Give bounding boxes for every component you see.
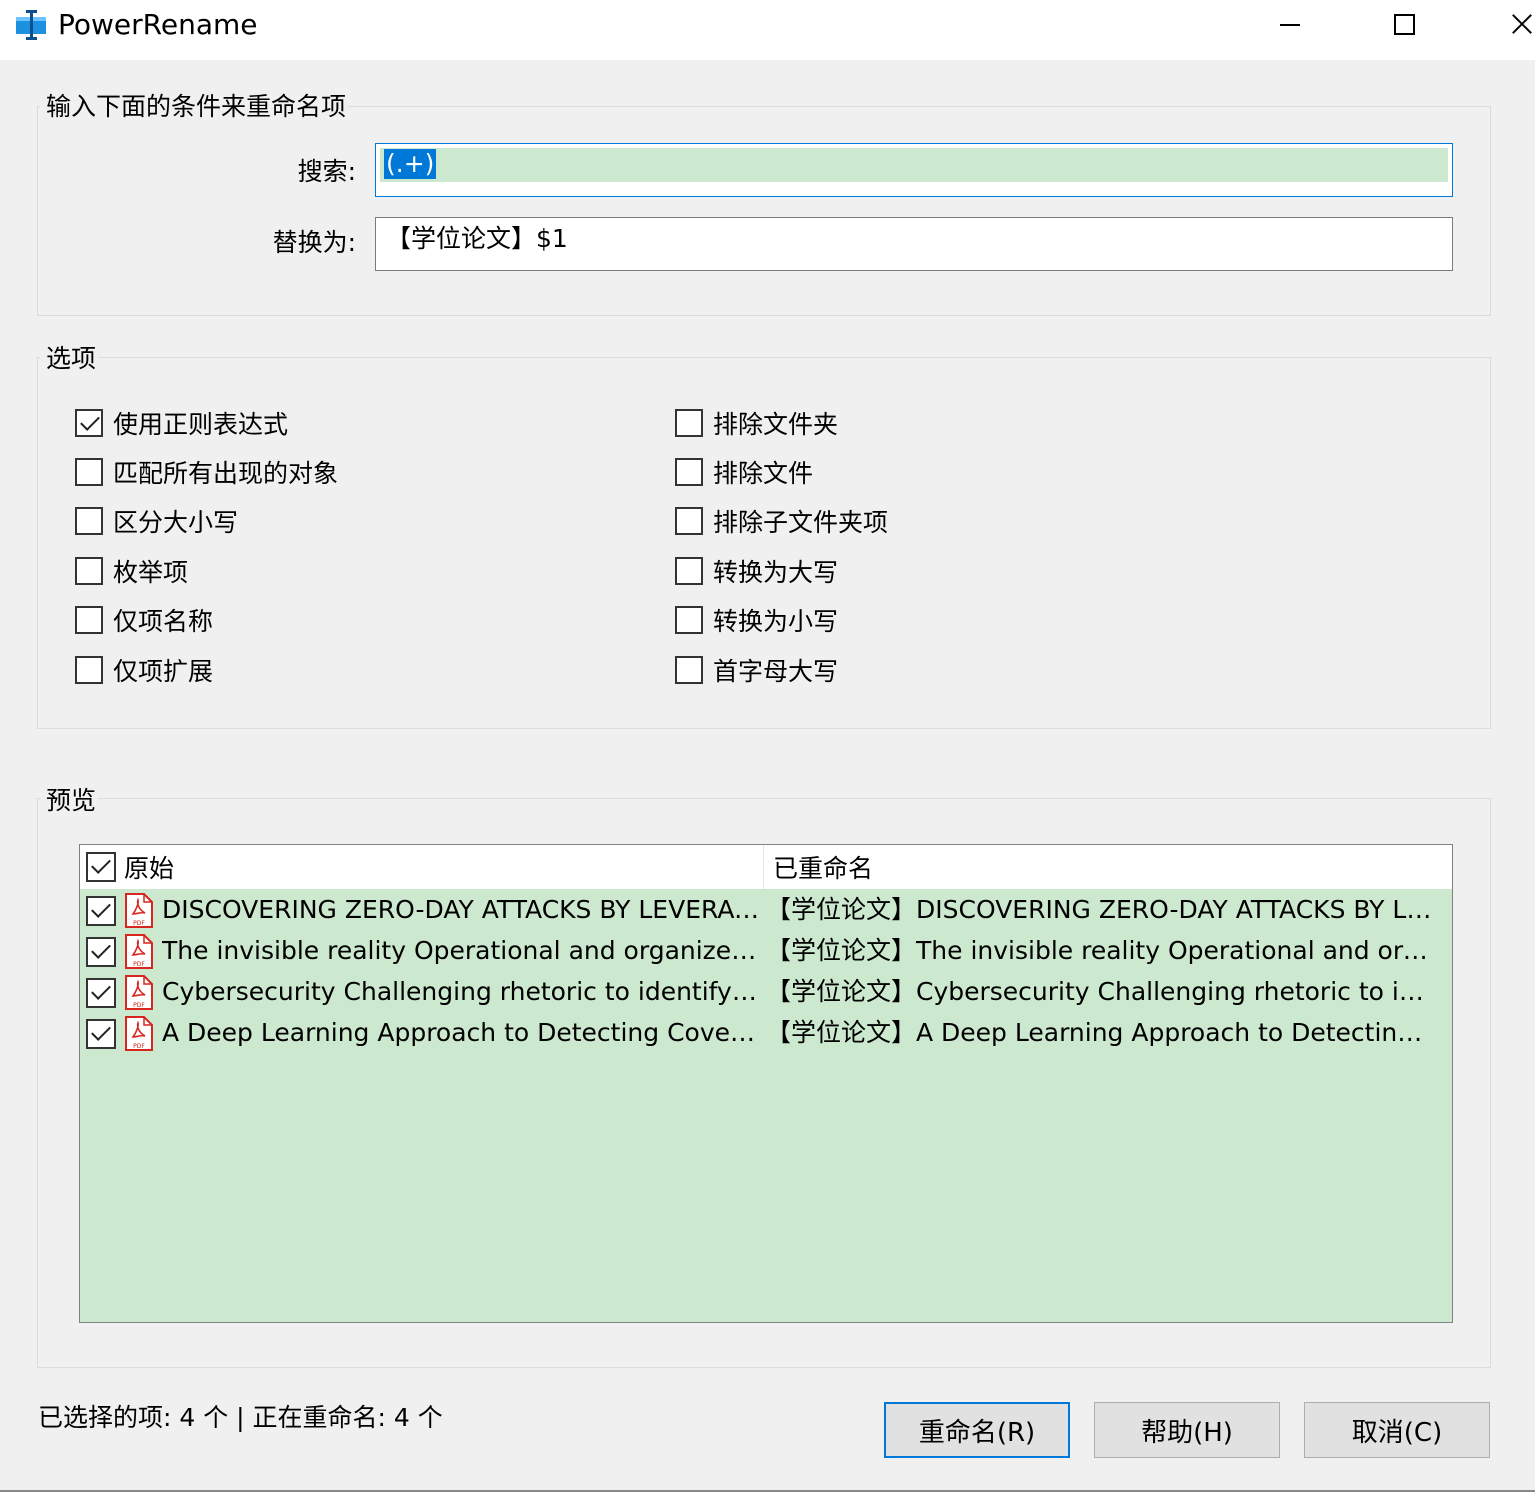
replace-input[interactable]: 【学位论文】$1 (375, 217, 1453, 271)
criteria-group (37, 106, 1491, 316)
row-checkbox[interactable] (86, 978, 116, 1008)
preview-row[interactable]: PDF Cybersecurity Challenging rhetoric t… (80, 972, 1452, 1013)
option-checkbox[interactable] (675, 557, 703, 585)
status-text: 已选择的项: 4 个 | 正在重命名: 4 个 (38, 1403, 443, 1432)
search-label: 搜索: (297, 157, 356, 186)
pdf-file-icon: PDF (125, 893, 153, 928)
row-original-name: DISCOVERING ZERO-DAY ATTACKS BY LEVERAGI… (162, 895, 762, 924)
option-checkbox[interactable] (675, 458, 703, 486)
option-name-only[interactable]: 仅项名称 (75, 603, 213, 637)
preview-row[interactable]: PDF The invisible reality Operational an… (80, 931, 1452, 972)
option-checkbox[interactable] (75, 606, 103, 634)
option-label: 排除文件夹 (713, 410, 839, 439)
option-match-all[interactable]: 匹配所有出现的对象 (75, 455, 338, 489)
svg-text:PDF: PDF (133, 961, 145, 968)
option-label: 转换为大写 (713, 558, 839, 587)
header-renamed[interactable]: 已重命名 (773, 851, 873, 883)
row-checkbox[interactable] (86, 896, 116, 926)
option-uppercase[interactable]: 转换为大写 (675, 554, 838, 588)
option-exclude-files[interactable]: 排除文件 (675, 455, 813, 489)
title-bar: PowerRename (0, 0, 1535, 60)
option-label: 转换为小写 (713, 607, 839, 636)
option-checkbox[interactable] (675, 409, 703, 437)
option-label: 匹配所有出现的对象 (113, 459, 339, 488)
row-original-name: The invisible reality Operational and or… (162, 936, 762, 965)
rename-button[interactable]: 重命名(R) (884, 1402, 1070, 1458)
option-label: 区分大小写 (113, 508, 239, 537)
header-renamed-label: 已重命名 (773, 854, 874, 883)
option-enumerate[interactable]: 枚举项 (75, 554, 188, 588)
option-label: 首字母大写 (713, 657, 839, 686)
option-label: 使用正则表达式 (113, 410, 289, 439)
svg-text:PDF: PDF (133, 1043, 145, 1050)
preview-legend: 预览 (40, 786, 99, 816)
row-renamed-name: 【学位论文】A Deep Learning Approach to Detect… (766, 1018, 1438, 1047)
pdf-file-icon: PDF (125, 934, 153, 969)
criteria-legend: 输入下面的条件来重命名项 (40, 92, 349, 122)
header-original[interactable]: 原始 (86, 851, 174, 883)
option-label: 仅项名称 (113, 607, 214, 636)
preview-list[interactable]: 原始 已重命名 PDF DISCOVERING ZERO-DAY ATTACKS… (79, 844, 1453, 1323)
option-case-sensitive[interactable]: 区分大小写 (75, 504, 238, 538)
option-titlecase[interactable]: 首字母大写 (675, 653, 838, 687)
select-all-checkbox[interactable] (86, 852, 116, 882)
close-button[interactable] (1475, 0, 1535, 50)
search-input-value: (.+) (384, 149, 437, 179)
row-renamed-name: 【学位论文】The invisible reality Operational … (766, 936, 1438, 965)
option-label: 枚举项 (113, 558, 189, 587)
svg-text:PDF: PDF (133, 920, 145, 927)
option-label: 排除子文件夹项 (713, 508, 889, 537)
option-exclude-subfolder-items[interactable]: 排除子文件夹项 (675, 504, 888, 538)
minimize-button[interactable] (1250, 0, 1330, 50)
search-input-highlight (380, 148, 1448, 182)
option-exclude-folders[interactable]: 排除文件夹 (675, 406, 838, 440)
column-divider[interactable] (763, 845, 764, 889)
option-extension-only[interactable]: 仅项扩展 (75, 653, 213, 687)
option-lowercase[interactable]: 转换为小写 (675, 603, 838, 637)
header-original-label: 原始 (124, 854, 175, 883)
option-checkbox[interactable] (675, 507, 703, 535)
option-label: 仅项扩展 (113, 657, 214, 686)
option-checkbox[interactable] (75, 557, 103, 585)
option-checkbox[interactable] (75, 507, 103, 535)
preview-row[interactable]: PDF DISCOVERING ZERO-DAY ATTACKS BY LEVE… (80, 890, 1452, 931)
replace-label: 替换为: (272, 228, 356, 257)
maximize-button[interactable] (1364, 0, 1444, 50)
option-checkbox[interactable] (675, 606, 703, 634)
option-label: 排除文件 (713, 459, 814, 488)
row-checkbox[interactable] (86, 1019, 116, 1049)
preview-list-header: 原始 已重命名 (80, 845, 1452, 889)
replace-input-value: 【学位论文】$1 (386, 224, 568, 253)
pdf-file-icon: PDF (125, 1016, 153, 1051)
options-legend: 选项 (40, 344, 99, 374)
search-input[interactable]: (.+) (375, 143, 1453, 197)
cancel-button[interactable]: 取消(C) (1304, 1402, 1490, 1458)
window-title: PowerRename (58, 8, 258, 41)
svg-text:PDF: PDF (133, 1002, 145, 1009)
row-original-name: A Deep Learning Approach to Detecting Co… (162, 1018, 762, 1047)
row-checkbox[interactable] (86, 937, 116, 967)
option-use-regex[interactable]: 使用正则表达式 (75, 406, 288, 440)
row-original-name: Cybersecurity Challenging rhetoric to id… (162, 977, 762, 1006)
option-checkbox[interactable] (75, 656, 103, 684)
option-checkbox[interactable] (75, 409, 103, 437)
help-button[interactable]: 帮助(H) (1094, 1402, 1280, 1458)
pdf-file-icon: PDF (125, 975, 153, 1010)
option-checkbox[interactable] (75, 458, 103, 486)
option-checkbox[interactable] (675, 656, 703, 684)
row-renamed-name: 【学位论文】DISCOVERING ZERO-DAY ATTACKS BY LE… (766, 895, 1438, 924)
preview-row[interactable]: PDF A Deep Learning Approach to Detectin… (80, 1013, 1452, 1054)
powerrename-app-icon (16, 10, 46, 40)
row-renamed-name: 【学位论文】Cybersecurity Challenging rhetoric… (766, 977, 1438, 1006)
